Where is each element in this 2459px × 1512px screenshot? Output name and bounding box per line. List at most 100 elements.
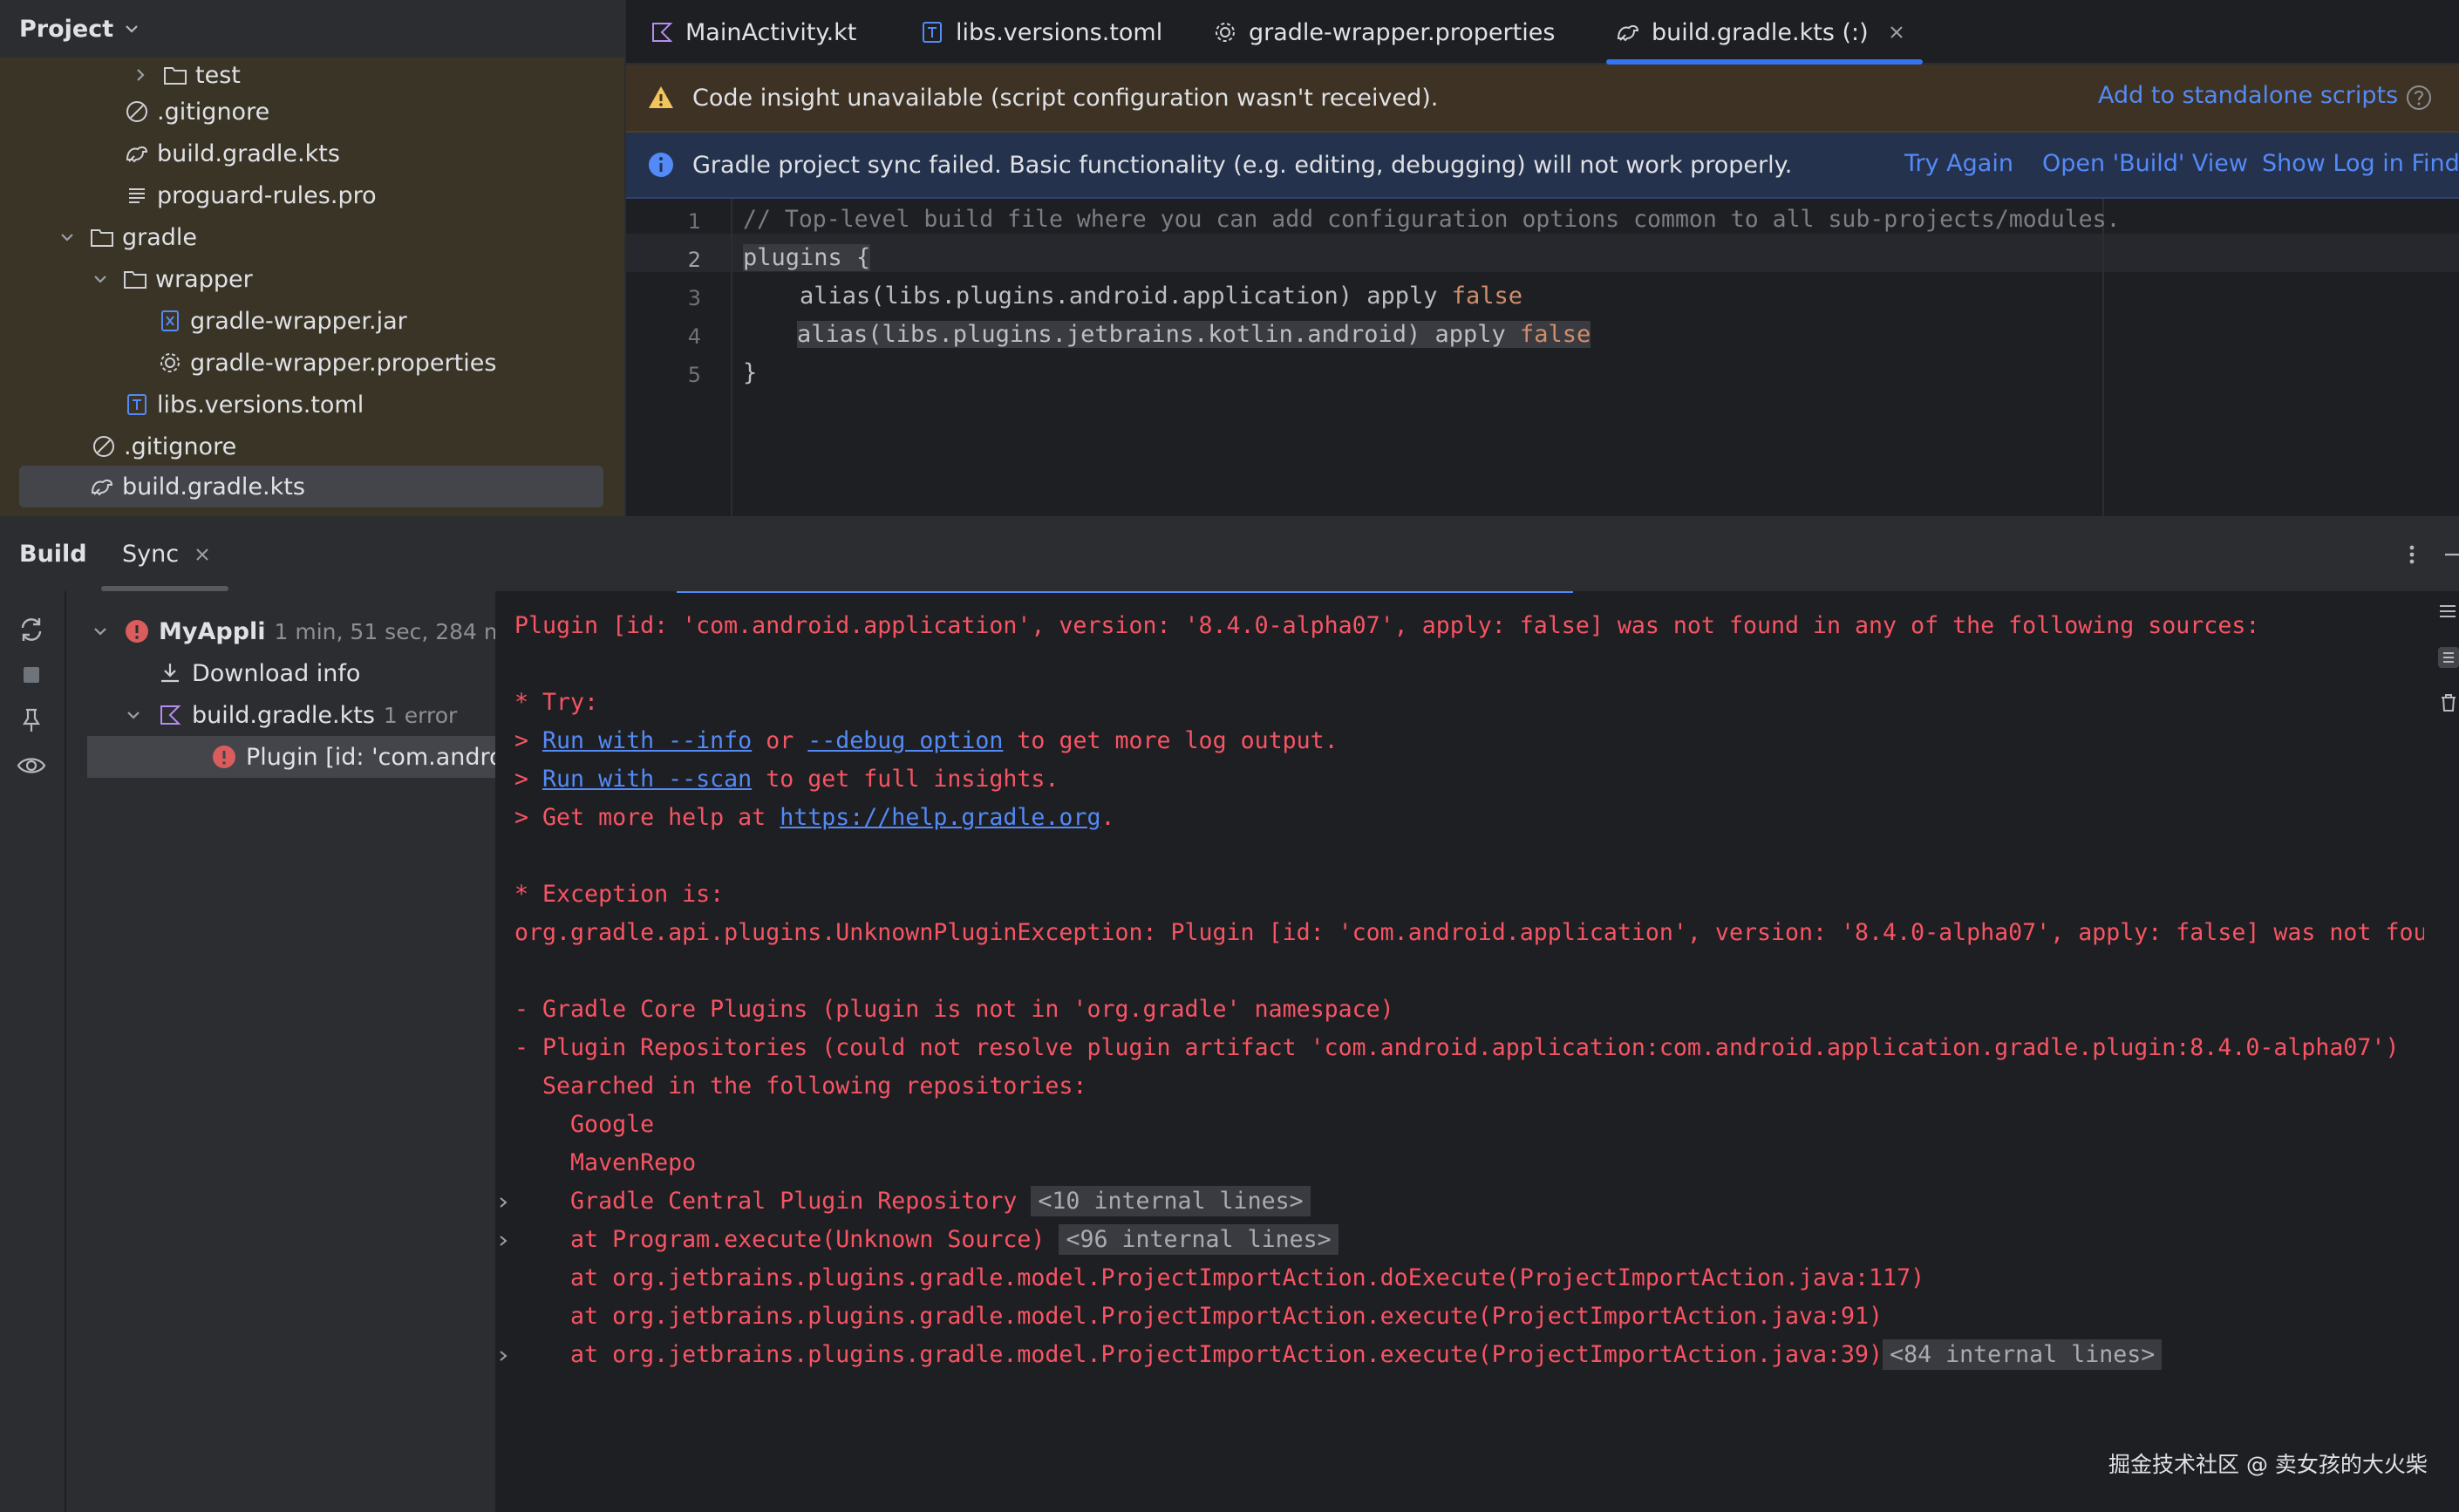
console-line: at org.jetbrains.plugins.gradle.model.Pr… (514, 1264, 1925, 1291)
tree-item-test[interactable]: test (131, 54, 241, 96)
tree-item-wrapper[interactable]: wrapper (91, 258, 253, 300)
chevron-down-icon[interactable] (124, 705, 143, 725)
chevron-down-icon[interactable] (91, 269, 110, 289)
tab-label: libs.versions.toml (956, 18, 1163, 46)
tree-item-libs-versions-toml[interactable]: libs.versions.toml (124, 384, 364, 426)
right-margin-guide (2102, 199, 2104, 516)
build-console[interactable]: Plugin [id: 'com.android.application', v… (495, 591, 2424, 1512)
chevron-down-icon[interactable] (58, 228, 77, 247)
editor-tabs: MainActivity.kt libs.versions.toml gradl… (626, 0, 2459, 65)
build-error-label: Plugin [id: 'com.android.a (246, 743, 495, 771)
scroll-to-end-icon[interactable] (2438, 647, 2459, 668)
build-toolbar (0, 591, 66, 1512)
folder-icon (164, 67, 187, 85)
line-number: 2 (687, 248, 701, 272)
console-text: > (514, 766, 543, 793)
run-with-info-link[interactable]: Run with --info (542, 727, 752, 754)
kotlin-file-icon (160, 705, 181, 725)
code-line-2: plugins { (743, 244, 871, 271)
more-options-icon[interactable] (2400, 542, 2424, 567)
eye-icon[interactable] (16, 750, 47, 781)
build-tool-window: Build Sync MyAppli 1 min, 51 sec, 284 ms… (0, 516, 2459, 1512)
console-line: at org.jetbrains.plugins.gradle.model.Pr… (514, 1303, 1883, 1330)
chevron-right-icon[interactable] (131, 65, 150, 85)
close-icon[interactable] (1888, 24, 1905, 41)
tree-item-root-gitignore[interactable]: .gitignore (91, 426, 236, 467)
chevron-right-icon[interactable] (495, 1195, 511, 1210)
gradle-help-link[interactable]: https://help.gradle.org (780, 804, 1100, 831)
ignore-file-icon (93, 436, 114, 457)
build-tool-window-header: Build Sync (0, 518, 2459, 591)
help-icon[interactable] (2405, 84, 2433, 112)
folded-lines-badge[interactable]: <10 internal lines> (1031, 1186, 1311, 1216)
chevron-down-icon[interactable] (91, 622, 110, 641)
tree-item-gradle-wrapper-jar[interactable]: gradle-wrapper.jar (157, 300, 407, 342)
tree-item-build-gradle-kts[interactable]: build.gradle.kts (124, 133, 340, 174)
soft-wrap-icon[interactable] (2438, 602, 2459, 623)
code-keyword: false (1451, 283, 1523, 310)
console-text: or (752, 727, 808, 754)
tab-label: build.gradle.kts (:) (1652, 18, 1869, 46)
tab-sync[interactable]: Sync (122, 541, 179, 568)
line-number: 1 (687, 209, 701, 234)
console-line: Plugin [id: 'com.android.application', v… (514, 612, 2260, 639)
minimize-icon[interactable] (2442, 542, 2459, 567)
folded-lines-badge[interactable]: <96 internal lines> (1059, 1224, 1338, 1255)
line-number: 4 (687, 324, 701, 349)
tree-item-label: build.gradle.kts (157, 140, 340, 167)
build-tree-root[interactable]: MyAppli 1 min, 51 sec, 284 ms (91, 610, 495, 652)
code-line-3: alias(libs.plugins.android.application) … (743, 283, 1522, 310)
code-area[interactable]: 1 2 3 4 5 // Top-level build file where … (626, 199, 2459, 516)
debug-option-link[interactable]: --debug option (807, 727, 1003, 754)
tree-item-root-build-gradle-kts[interactable]: build.gradle.kts (19, 466, 603, 507)
chevron-down-icon[interactable] (122, 19, 141, 38)
tree-item-gradle[interactable]: gradle (58, 216, 197, 258)
tree-item-label: libs.versions.toml (157, 391, 364, 419)
rerun-icon[interactable] (16, 614, 47, 645)
console-line: * Exception is: (514, 881, 725, 908)
tree-item-label: .gitignore (157, 98, 270, 126)
download-icon (161, 664, 179, 683)
tree-item-gradle-wrapper-properties[interactable]: gradle-wrapper.properties (157, 342, 496, 384)
console-line: > Get more help at https://help.gradle.o… (514, 804, 1114, 831)
console-line: - Gradle Core Plugins (plugin is not in … (514, 996, 1394, 1023)
text-file-icon (129, 188, 145, 203)
folded-lines-badge[interactable]: <84 internal lines> (1883, 1339, 2163, 1370)
build-tree-file[interactable]: build.gradle.kts 1 error (124, 694, 457, 736)
build-tree-download-info[interactable]: Download info (157, 652, 360, 694)
line-number: 5 (687, 363, 701, 387)
project-panel-title[interactable]: Project (19, 16, 113, 43)
tree-item-label: .gitignore (124, 432, 237, 460)
try-again-link[interactable]: Try Again (1904, 150, 2013, 177)
toml-file-icon (923, 22, 942, 43)
console-line: at org.jetbrains.plugins.gradle.model.Pr… (514, 1339, 2163, 1370)
add-to-standalone-scripts-link[interactable]: Add to standalone scripts (2098, 82, 2398, 109)
code-line-5: } (743, 359, 758, 386)
trash-icon[interactable] (2438, 692, 2459, 713)
close-icon[interactable] (194, 546, 211, 563)
stop-icon[interactable] (16, 659, 47, 691)
open-build-view-link[interactable]: Open 'Build' View (2042, 150, 2248, 177)
toml-file-icon (127, 394, 146, 415)
warning-banner-text: Code insight unavailable (script configu… (692, 84, 1439, 112)
tab-main-activity[interactable]: MainActivity.kt (649, 0, 856, 65)
chevron-right-icon[interactable] (495, 1233, 511, 1249)
warning-icon (649, 86, 673, 108)
tree-item-gitignore[interactable]: .gitignore (124, 91, 269, 133)
tree-item-label: wrapper (155, 265, 253, 293)
run-with-scan-link[interactable]: Run with --scan (542, 766, 752, 793)
editor: MainActivity.kt libs.versions.toml gradl… (626, 0, 2459, 516)
tree-item-proguard-rules[interactable]: proguard-rules.pro (124, 174, 377, 216)
chevron-right-icon[interactable] (495, 1348, 511, 1364)
tab-libs-versions-toml[interactable]: libs.versions.toml (919, 0, 1162, 65)
build-title[interactable]: Build (19, 541, 87, 568)
gradle-kts-icon (91, 479, 113, 496)
kotlin-file-icon (652, 23, 673, 42)
tab-build-gradle-kts[interactable]: build.gradle.kts (:) (1606, 0, 1923, 65)
show-log-in-finder-link[interactable]: Show Log in Finde (2262, 150, 2459, 177)
build-tree-error[interactable]: Plugin [id: 'com.android.a (87, 736, 495, 778)
pin-icon[interactable] (16, 705, 47, 736)
console-line: at Program.execute(Unknown Source) <96 i… (514, 1224, 1338, 1255)
tab-gradle-wrapper-properties[interactable]: gradle-wrapper.properties (1212, 0, 1555, 65)
console-line: - Plugin Repositories (could not resolve… (514, 1034, 2400, 1061)
